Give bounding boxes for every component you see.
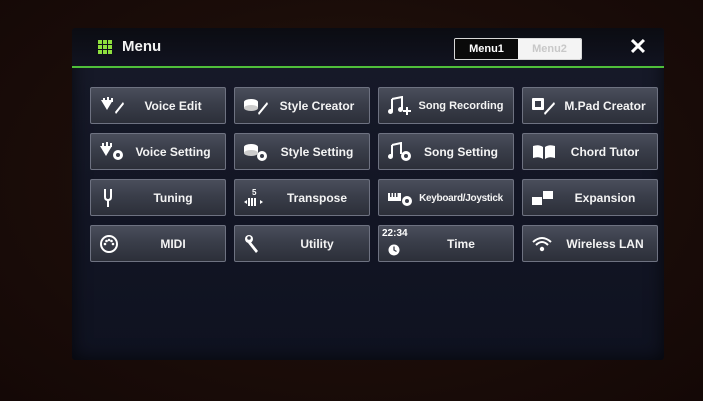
transpose-number: 5 (252, 188, 257, 197)
mpad-creator-button[interactable]: M.Pad Creator (522, 87, 658, 124)
menu-screen: Menu Menu1 Menu2 ✕ Voice Edit Style Crea… (72, 28, 664, 360)
midi-icon (99, 234, 125, 254)
voice-setting-icon (99, 142, 125, 162)
tab-menu1[interactable]: Menu1 (455, 39, 518, 59)
button-label: Time (447, 237, 475, 251)
song-setting-button[interactable]: Song Setting (378, 133, 514, 170)
button-label: Utility (300, 237, 334, 251)
expansion-button[interactable]: Expansion (522, 179, 658, 216)
button-label: Keyboard/Joystick (419, 193, 503, 204)
button-label: Voice Edit (144, 99, 202, 113)
expansion-icon (531, 188, 557, 208)
book-icon (531, 142, 557, 162)
title-bar: Menu Menu1 Menu2 ✕ (72, 28, 664, 68)
transpose-button[interactable]: 5 Transpose (234, 179, 370, 216)
chord-tutor-button[interactable]: Chord Tutor (522, 133, 658, 170)
style-setting-icon (243, 142, 269, 162)
wifi-icon (531, 234, 557, 254)
utility-button[interactable]: Utility (234, 225, 370, 262)
button-label: Chord Tutor (570, 145, 640, 159)
mpad-creator-icon (531, 96, 557, 116)
button-label: Transpose (286, 191, 348, 205)
time-button[interactable]: 22:34 Time (378, 225, 514, 262)
wrench-icon (243, 234, 269, 254)
menu-grid-icon (98, 40, 112, 54)
song-recording-button[interactable]: Song Recording (378, 87, 514, 124)
clock-time: 22:34 (382, 228, 408, 239)
clock-icon: 22:34 (382, 228, 416, 260)
voice-setting-button[interactable]: Voice Setting (90, 133, 226, 170)
button-label: MIDI (160, 237, 186, 251)
button-label: Song Setting (424, 145, 498, 159)
tuning-button[interactable]: Tuning (90, 179, 226, 216)
button-label: Expansion (574, 191, 636, 205)
page-title: Menu (122, 38, 162, 55)
tab-menu2[interactable]: Menu2 (518, 39, 581, 59)
style-setting-button[interactable]: Style Setting (234, 133, 370, 170)
transpose-icon: 5 (243, 188, 269, 208)
button-label: M.Pad Creator (564, 99, 646, 113)
menu-tabs: Menu1 Menu2 (454, 38, 582, 60)
voice-edit-button[interactable]: Voice Edit (90, 87, 226, 124)
button-label: Voice Setting (135, 145, 211, 159)
song-setting-icon (387, 142, 413, 162)
wireless-lan-button[interactable]: Wireless LAN (522, 225, 658, 262)
button-label: Tuning (153, 191, 193, 205)
voice-edit-icon (99, 96, 125, 116)
midi-button[interactable]: MIDI (90, 225, 226, 262)
keyboard-joystick-button[interactable]: Keyboard/Joystick (378, 179, 514, 216)
close-icon[interactable]: ✕ (628, 36, 648, 58)
button-label: Style Creator (279, 99, 355, 113)
button-label: Wireless LAN (566, 237, 644, 251)
song-recording-icon (387, 96, 413, 116)
button-label: Song Recording (418, 100, 504, 112)
style-creator-icon (243, 96, 269, 116)
tuning-fork-icon (99, 188, 125, 208)
style-creator-button[interactable]: Style Creator (234, 87, 370, 124)
button-label: Style Setting (280, 145, 354, 159)
keyboard-joystick-icon (387, 188, 413, 208)
